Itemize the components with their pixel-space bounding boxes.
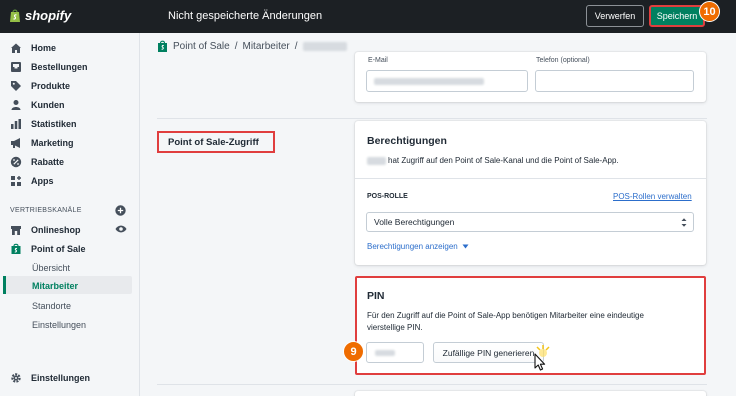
pin-input[interactable] — [366, 342, 424, 363]
sidebar-item-apps[interactable]: Apps — [10, 175, 54, 187]
sidebar-item-label: Statistiken — [31, 119, 77, 129]
bar-chart-icon — [10, 118, 22, 130]
permissions-title: Berechtigungen — [367, 135, 447, 147]
manage-pos-roles-link[interactable]: POS-Rollen verwalten — [613, 192, 692, 201]
phone-label: Telefon (optional) — [536, 57, 590, 64]
show-permissions-link[interactable]: Berechtigungen anzeigen — [367, 242, 469, 251]
blurred-email — [374, 78, 484, 85]
unsaved-changes-title: Nicht gespeicherte Änderungen — [168, 10, 323, 22]
pos-role-value: Volle Berechtigungen — [374, 217, 455, 227]
sidebar-item-customers[interactable]: Kunden — [10, 99, 65, 111]
blurred-staff-name — [302, 42, 347, 51]
sidebar-item-label: Kunden — [31, 100, 65, 110]
access-description: hat Zugriff auf den Point of Sale-Kanal … — [388, 156, 619, 165]
sidebar-item-label: Onlineshop — [31, 225, 81, 235]
pos-access-heading: Point of Sale-Zugriff — [157, 131, 275, 153]
breadcrumb-point-of-sale[interactable]: Point of Sale — [173, 41, 230, 52]
orders-icon — [10, 61, 22, 73]
breadcrumb: Point of Sale / Mitarbeiter / — [157, 40, 347, 53]
breadcrumb-separator: / — [294, 41, 298, 52]
sidebar-item-label: Bestellungen — [31, 62, 88, 72]
shopify-wordmark: shopify — [25, 8, 72, 23]
sidebar-subitem-staff[interactable]: Mitarbeiter — [32, 281, 78, 291]
add-channel-icon[interactable] — [115, 205, 126, 216]
sales-channels-heading: VERTRIEBSKANÄLE — [10, 207, 82, 214]
person-icon — [10, 99, 22, 111]
sidebar: Home Bestellungen Produkte Kunden Statis… — [0, 33, 140, 396]
email-label: E-Mail — [368, 57, 388, 64]
pin-title: PIN — [367, 290, 385, 302]
shopify-logo[interactable]: shopify — [9, 8, 71, 23]
next-card — [355, 391, 706, 396]
sidebar-subitem-overview[interactable]: Übersicht — [32, 263, 70, 273]
pin-description-line1: Für den Zugriff auf die Point of Sale-Ap… — [367, 311, 644, 320]
blurred-pin — [375, 350, 395, 356]
sidebar-item-label: Apps — [31, 176, 54, 186]
sidebar-item-products[interactable]: Produkte — [10, 80, 70, 92]
sidebar-item-discounts[interactable]: Rabatte — [10, 156, 64, 168]
sidebar-subitem-settings[interactable]: Einstellungen — [32, 320, 86, 330]
sidebar-item-label: Point of Sale — [31, 244, 86, 254]
step-badge-9: 9 — [343, 341, 364, 362]
select-arrows-icon — [681, 218, 687, 227]
tag-icon — [10, 80, 22, 92]
sidebar-item-label: Home — [31, 43, 57, 53]
pos-bag-icon — [158, 40, 167, 52]
sidebar-item-label: Marketing — [31, 138, 74, 148]
active-item-indicator — [3, 276, 6, 294]
sidebar-item-point-of-sale[interactable]: Point of Sale — [10, 243, 86, 255]
sidebar-item-label: Einstellungen — [31, 373, 91, 383]
email-input[interactable] — [366, 70, 528, 92]
save-button[interactable]: Speichern — [649, 5, 705, 27]
section-divider — [157, 118, 707, 119]
generate-random-pin-button[interactable]: Zufällige PIN generieren — [433, 342, 544, 363]
section-divider — [157, 384, 707, 385]
home-icon — [10, 42, 22, 54]
sidebar-item-online-store[interactable]: Onlineshop — [10, 224, 81, 236]
pin-description-line2: vierstellige PIN. — [367, 323, 423, 332]
megaphone-icon — [10, 137, 22, 149]
discard-button[interactable]: Verwerfen — [586, 5, 644, 27]
breadcrumb-separator: / — [234, 41, 238, 52]
pos-bag-icon — [10, 243, 22, 255]
breadcrumb-staff[interactable]: Mitarbeiter — [243, 41, 290, 52]
card-divider — [355, 178, 706, 179]
mouse-pointer-icon — [534, 353, 546, 371]
sidebar-item-marketing[interactable]: Marketing — [10, 137, 74, 149]
eye-icon[interactable] — [115, 224, 127, 234]
apps-icon — [10, 175, 22, 187]
discount-icon — [10, 156, 22, 168]
sidebar-item-orders[interactable]: Bestellungen — [10, 61, 88, 73]
gear-icon — [10, 372, 22, 384]
sidebar-subitem-locations[interactable]: Standorte — [32, 301, 71, 311]
sidebar-item-label: Produkte — [31, 81, 71, 91]
store-icon — [10, 224, 22, 236]
top-bar: shopify Nicht gespeicherte Änderungen Ve… — [0, 0, 736, 33]
blurred-staff-name — [367, 157, 386, 165]
sidebar-item-home[interactable]: Home — [10, 42, 56, 54]
phone-input[interactable] — [535, 70, 694, 92]
pos-role-select[interactable]: Volle Berechtigungen — [366, 212, 694, 232]
step-badge-10: 10 — [699, 1, 720, 22]
sidebar-item-settings[interactable]: Einstellungen — [10, 372, 90, 384]
caret-down-icon — [462, 244, 469, 249]
sidebar-item-analytics[interactable]: Statistiken — [10, 118, 77, 130]
pos-role-label: POS-ROLLE — [367, 193, 408, 200]
shopify-bag-icon — [10, 9, 20, 22]
sidebar-item-label: Rabatte — [31, 157, 65, 167]
show-permissions-label: Berechtigungen anzeigen — [367, 242, 458, 251]
